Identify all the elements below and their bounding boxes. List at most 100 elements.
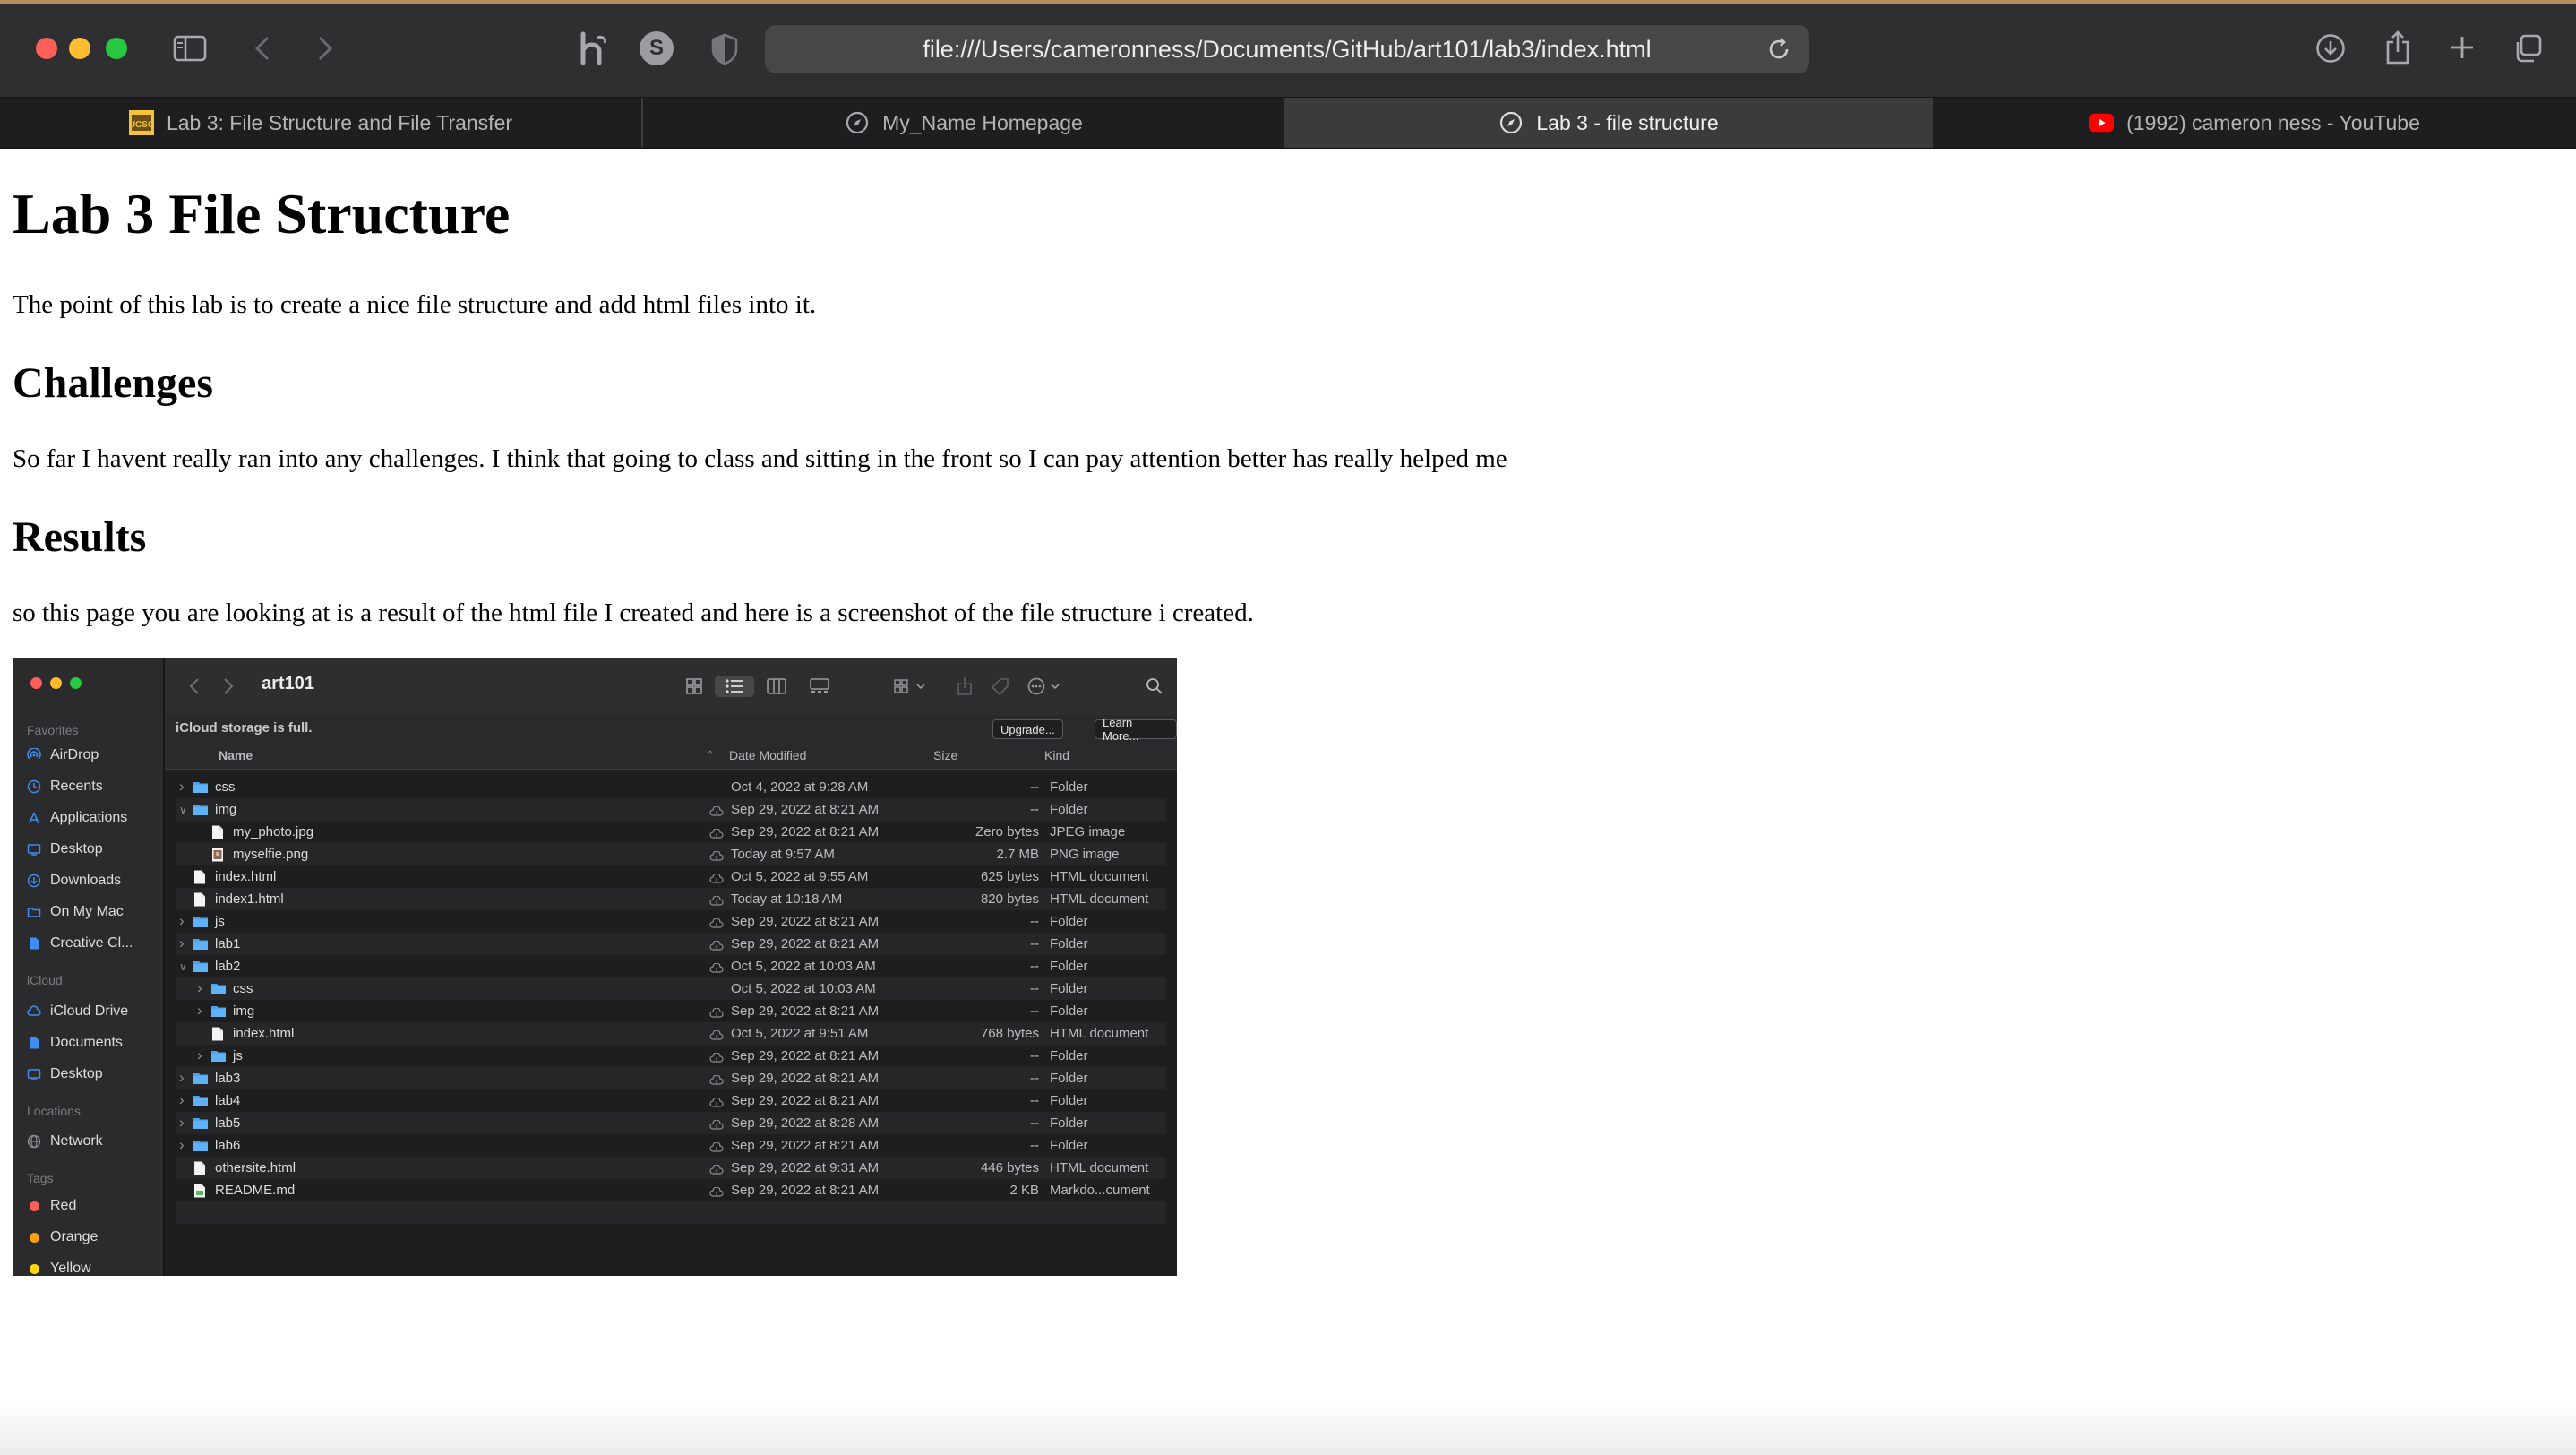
finder-sidebar-item-network: Network (27, 1130, 103, 1153)
file-name: css (233, 981, 253, 996)
file-date: Oct 4, 2022 at 9:28 AM (731, 779, 869, 795)
folder-icon (211, 982, 226, 994)
tab-label: Lab 3 - file structure (1536, 110, 1719, 134)
finder-file-row: › css Oct 5, 2022 at 10:03 AM -- Folder (176, 977, 1166, 1000)
back-button[interactable] (249, 32, 276, 65)
file-name: css (215, 779, 236, 795)
file-size: Zero bytes (975, 824, 1039, 839)
close-window-button[interactable] (36, 38, 57, 59)
finder-column-header: Name ^ Date Modified Size Kind (165, 742, 1177, 770)
file-size: -- (1030, 1003, 1039, 1019)
youtube-icon (2089, 110, 2115, 135)
file-date: Sep 29, 2022 at 8:21 AM (731, 1138, 880, 1153)
file-kind: HTML document (1050, 1026, 1149, 1041)
file-size: 2.7 MB (996, 847, 1039, 862)
forward-button[interactable] (312, 32, 339, 65)
minimize-window-button[interactable] (69, 38, 90, 59)
finder-file-row: index.html Oct 5, 2022 at 9:51 AM 768 byte… (176, 1022, 1166, 1045)
file-size: -- (1030, 936, 1039, 951)
sidebar-toggle-icon[interactable] (170, 32, 210, 65)
file-icon (211, 1027, 226, 1041)
file-date: Sep 29, 2022 at 8:28 AM (731, 1115, 880, 1131)
disclosure-closed-icon: › (197, 1002, 202, 1019)
file-size: 446 bytes (980, 1160, 1039, 1175)
icloud-status-icon (709, 1185, 724, 1197)
disclosure-closed-icon: › (179, 912, 185, 929)
finder-sidebar-label: Network (50, 1133, 103, 1149)
file-kind: Folder (1050, 1093, 1088, 1108)
zoom-window-button[interactable] (106, 38, 127, 59)
finder-file-row: index1.html Today at 10:18 AM 820 bytes HTM… (176, 888, 1166, 910)
tab-overview-icon[interactable] (2512, 32, 2544, 65)
finder-main: art101 iCloud storage is full. Upgrade..… (165, 658, 1177, 1276)
folder-icon (211, 1049, 226, 1062)
finder-sidebar-item-airdrop: AirDrop (27, 744, 99, 767)
file-kind: Folder (1050, 802, 1088, 817)
disclosure-closed-icon: › (179, 778, 185, 795)
file-icon (193, 892, 208, 907)
disclosure-closed-icon: › (197, 979, 202, 996)
upgrade-button: Upgrade... (992, 719, 1063, 739)
file-size: 625 bytes (980, 869, 1039, 884)
tab-label: Lab 3: File Structure and File Transfer (166, 110, 513, 134)
finder-file-row: ∨ img Sep 29, 2022 at 8:21 AM -- Folder (176, 798, 1166, 821)
tab-lab3-file-structure-transfer[interactable]: UCSC Lab 3: File Structure and File Tran… (0, 98, 643, 148)
file-name: myselfie.png (233, 847, 309, 862)
intro-paragraph: The point of this lab is to create a nic… (13, 290, 817, 319)
tab-my-name-homepage[interactable]: My_Name Homepage (643, 98, 1286, 148)
privacy-shield-icon[interactable] (709, 32, 740, 66)
finder-file-row: › lab1 Sep 29, 2022 at 8:21 AM -- Folder (176, 933, 1166, 955)
finder-sidebar-item-downloads: Downloads (27, 869, 121, 892)
finder-search-icon (1143, 676, 1166, 697)
file-kind: JPEG image (1050, 824, 1126, 839)
file-size: -- (1030, 802, 1039, 817)
folder-icon (193, 937, 208, 950)
file-name: lab3 (215, 1071, 241, 1086)
file-name: lab5 (215, 1115, 241, 1131)
url-text[interactable]: file:///Users/cameronness/Documents/GitH… (765, 25, 1809, 73)
finder-sidebar-label: iCloud Drive (50, 1003, 129, 1019)
web-page: Lab 3 File Structure The point of this l… (0, 147, 2576, 1455)
disclosure-open-icon: ∨ (179, 960, 187, 973)
finder-file-row: › css Oct 4, 2022 at 9:28 AM -- Folder (176, 776, 1166, 798)
folder-icon (193, 1116, 208, 1129)
icloud-status-icon (709, 1118, 724, 1130)
finder-file-row: › lab3 Sep 29, 2022 at 8:21 AM -- Folder (176, 1067, 1166, 1089)
clock-icon (27, 779, 41, 794)
file-icon (193, 1161, 208, 1175)
finder-zoom-dot (70, 677, 82, 689)
file-size: 820 bytes (980, 891, 1039, 907)
file-kind: Folder (1050, 779, 1088, 795)
folder-icon (193, 1139, 208, 1151)
icloud-status-icon (709, 872, 724, 883)
favorites-heading: Favorites (27, 723, 79, 737)
finder-sidebar-item-on-my-mac: On My Mac (27, 900, 124, 924)
address-bar[interactable]: file:///Users/cameronness/Documents/GitH… (765, 25, 1809, 73)
share-icon[interactable] (2383, 29, 2413, 66)
file-kind: Folder (1050, 1115, 1088, 1131)
file-name: my_photo.jpg (233, 824, 314, 839)
tab-lab3-file-structure[interactable]: Lab 3 - file structure (1286, 98, 1933, 148)
finder-tag-icon (989, 676, 1012, 697)
file-size: 768 bytes (980, 1026, 1039, 1041)
new-tab-plus-icon[interactable] (2447, 32, 2477, 63)
honey-extension-icon[interactable] (575, 30, 611, 66)
file-name: othersite.html (215, 1160, 296, 1175)
finder-sidebar-label: Desktop (50, 841, 103, 857)
downloads-icon[interactable] (2314, 32, 2347, 65)
ucsc-logo-icon: UCSC (128, 110, 154, 135)
file-date: Oct 5, 2022 at 10:03 AM (731, 959, 876, 974)
name-column-header: Name (219, 748, 253, 762)
file-size: 2 KB (1009, 1183, 1039, 1198)
reload-icon[interactable] (1766, 37, 1791, 62)
s-extension-icon[interactable]: S (640, 31, 674, 65)
file-kind: Folder (1050, 959, 1088, 974)
finder-sidebar-item-creative-cl: Creative Cl... (27, 932, 133, 955)
icloud-status-icon (709, 1096, 724, 1107)
sort-ascending-icon: ^ (708, 748, 713, 761)
tab-youtube[interactable]: (1992) cameron ness - YouTube (1933, 98, 2576, 148)
cloud-icon (27, 1004, 41, 1019)
window-bottom-shadow (0, 1401, 2576, 1455)
icloud-full-banner: iCloud storage is full. Upgrade... Learn… (165, 715, 1177, 743)
file-kind: HTML document (1050, 869, 1149, 884)
